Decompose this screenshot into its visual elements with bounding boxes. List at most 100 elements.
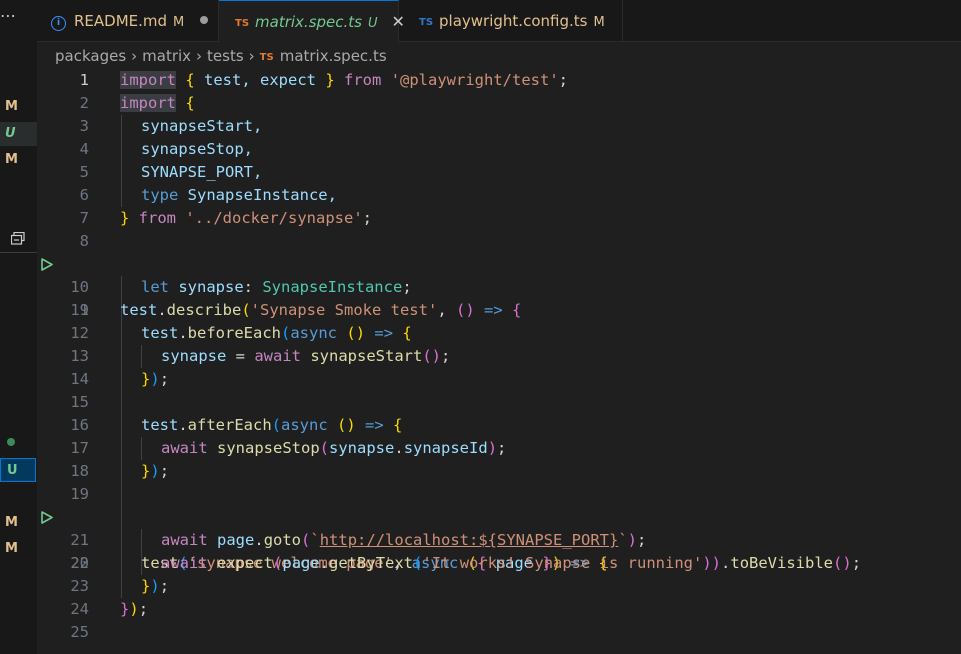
explorer-item-status[interactable]: M	[0, 148, 37, 172]
breadcrumb-item[interactable]: matrix	[142, 47, 191, 65]
line-number: 8	[79, 232, 89, 250]
code-token: M	[5, 152, 18, 167]
breadcrumb-item[interactable]: TS matrix.spec.ts	[260, 47, 387, 65]
code-line: 4 synapseStop,	[37, 138, 961, 161]
chevron-right-icon: ›	[248, 47, 255, 65]
code-token: playwright.config.ts	[439, 12, 588, 30]
divider	[0, 252, 37, 253]
explorer-item-status[interactable]: M	[0, 511, 37, 535]
code-token: )	[150, 577, 160, 595]
explorer-item-status[interactable]: U	[0, 458, 36, 482]
code-token: `	[310, 531, 320, 549]
code-line: 21 await page.goto(`http://localhost:${SY…	[37, 529, 961, 552]
code-token: from	[334, 71, 391, 89]
info-icon: i	[51, 16, 66, 31]
explorer-item-status[interactable]: U	[0, 122, 37, 146]
run-test-icon[interactable]	[41, 511, 53, 524]
code-line: 8	[37, 230, 961, 253]
code-text: import {	[120, 92, 195, 115]
line-number: 24	[70, 600, 89, 618]
code-token: }	[325, 71, 335, 89]
code-line: 5 SYNAPSE_PORT,	[37, 161, 961, 184]
code-token: ))	[702, 554, 722, 572]
code-text: synapse = await synapseStart();	[161, 345, 450, 368]
code-token: async	[290, 324, 338, 342]
code-text: import { test, expect } from '@playwrigh…	[120, 69, 568, 92]
line-number: 1	[79, 71, 89, 89]
code-token: expect	[217, 554, 274, 572]
run-test-icon[interactable]	[41, 258, 53, 271]
line-number: 23	[70, 577, 89, 595]
breadcrumb-item[interactable]: tests	[207, 47, 244, 65]
code-text: });	[141, 460, 169, 483]
code-line: 24});	[37, 598, 961, 621]
code-token: )	[150, 462, 160, 480]
untracked-badge: U	[367, 16, 378, 31]
code-line: 10 let synapse: SynapseInstance;	[37, 276, 961, 299]
code-token: SynapseInstance,	[178, 186, 337, 204]
code-token: from	[129, 209, 186, 227]
code-token: U	[5, 126, 16, 141]
code-token: synapse	[329, 439, 395, 457]
line-number: 22	[70, 554, 89, 572]
code-token: synapseStart,	[141, 117, 263, 135]
chevron-right-icon: ›	[131, 47, 138, 65]
code-line: 14});	[37, 368, 961, 391]
code-token: test	[141, 324, 179, 342]
code-token: {	[393, 416, 403, 434]
collapse-all-icon[interactable]	[11, 232, 25, 245]
code-token: await	[161, 554, 208, 572]
code-token: }	[141, 462, 151, 480]
line-number: 3	[79, 117, 89, 135]
code-token: {	[185, 94, 195, 112]
code-token: synapseId	[403, 439, 488, 457]
line-number: 16	[70, 416, 89, 434]
code-line: 17 await synapseStop(synapse.synapseId);	[37, 437, 961, 460]
explorer-item-status[interactable]: M	[0, 537, 37, 561]
tab-playwright-config[interactable]: TS playwright.config.ts M	[399, 0, 623, 42]
line-number: 7	[79, 209, 89, 227]
code-line: 23});	[37, 575, 961, 598]
code-text: SYNAPSE_PORT,	[141, 161, 262, 184]
code-token: }	[141, 370, 151, 388]
line-number: 15	[70, 393, 89, 411]
line-number: 18	[70, 462, 89, 480]
code-token: `	[618, 531, 628, 549]
tab-readme[interactable]: i README.md M	[37, 0, 219, 42]
code-text: await page.goto(`http://localhost:${SYNA…	[161, 529, 646, 552]
code-line: 6 type SynapseInstance,	[37, 184, 961, 207]
code-token: await	[161, 531, 208, 549]
code-text: } from '../docker/synapse';	[120, 207, 372, 230]
breadcrumb-item[interactable]: packages	[55, 47, 126, 65]
code-line: 25	[37, 621, 961, 644]
unsaved-dot-icon[interactable]	[200, 16, 209, 24]
tab-matrix-spec[interactable]: TS matrix.spec.ts U ✕	[219, 0, 405, 42]
code-token: ;	[637, 531, 647, 549]
code-token: M	[5, 515, 18, 530]
line-number: 17	[70, 439, 89, 457]
code-line: 15	[37, 391, 961, 414]
line-number: 2	[79, 94, 89, 112]
code-token: matrix.spec.ts	[279, 47, 387, 65]
code-text: test.beforeEach(async () => {	[141, 322, 412, 345]
code-token: test, expect	[194, 71, 326, 89]
code-token: ;	[138, 600, 149, 618]
code-token: )	[487, 439, 498, 457]
code-token: SynapseInstance	[262, 278, 403, 296]
code-text: synapseStop,	[141, 138, 253, 161]
code-token: .	[254, 531, 264, 549]
code-line: 7 } from '../docker/synapse';	[37, 207, 961, 230]
more-actions-icon[interactable]: ⋯	[0, 6, 17, 25]
code-editor[interactable]: 1 import { test, expect } from '@playwrig…	[37, 69, 961, 654]
code-token: await	[161, 439, 208, 457]
code-line: 9 test.describe('Synapse Smoke test', () …	[37, 253, 961, 319]
code-text: await synapseStop(synapse.synapseId);	[161, 437, 506, 460]
code-token: SYNAPSE_PORT,	[141, 163, 263, 181]
code-token: async	[281, 416, 328, 434]
chevron-right-icon: ›	[196, 47, 203, 65]
code-token: (	[273, 554, 283, 572]
explorer-item-status[interactable]: M	[0, 95, 37, 119]
